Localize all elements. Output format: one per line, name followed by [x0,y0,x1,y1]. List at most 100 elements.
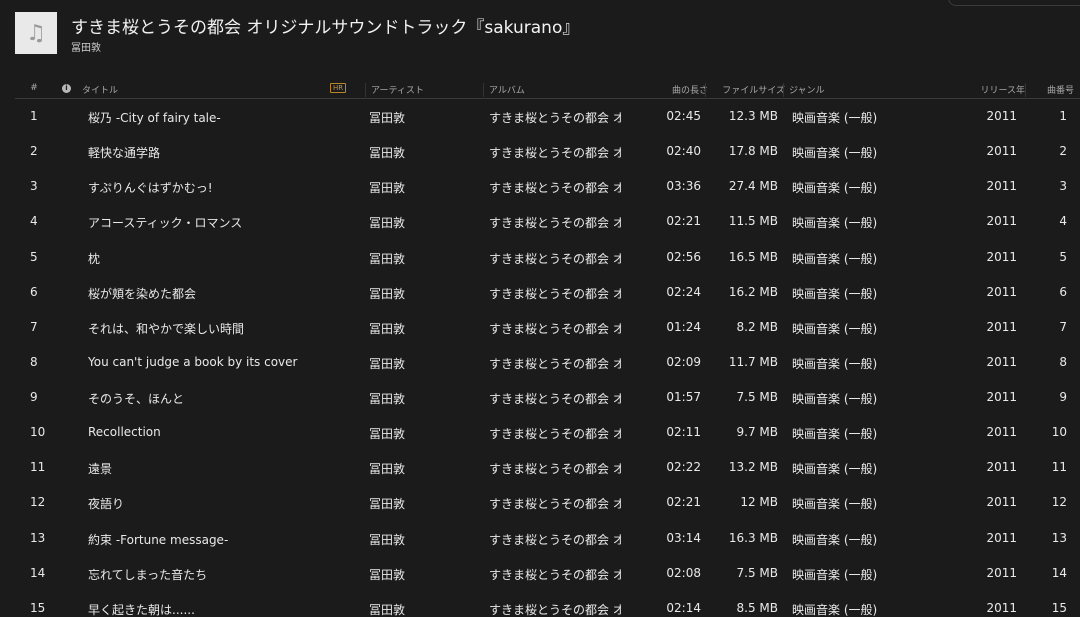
track-row-track-number: 1 [1059,109,1067,123]
track-list: 1桜乃 -City of fairy tale-冨田敦すきま桜とうその都会 オ.… [15,98,1080,617]
track-row-artist: 冨田敦 [369,146,406,161]
track-row-length: 01:24 [666,319,701,334]
search-box-edge[interactable] [948,0,1080,6]
track-row-year: 2011 [986,425,1017,440]
track-row-length: 02:45 [666,109,701,123]
track-row[interactable]: 2 軽快な通学路 冨田敦 すきま桜とうその都会 オ... 02:40 17.8 MB 映画音… [15,133,1080,168]
track-row-title: 桜乃 -City of fairy tale- [88,111,221,125]
track-row-track-number: 13 [1051,530,1067,545]
track-row-number: 9 [30,390,38,404]
track-row-size: 11.5 MB [728,214,778,229]
column-track-number[interactable]: 曲番号 [1025,83,1074,97]
track-row[interactable]: 13 約束 -Fortune message- 冨田敦 すきま桜とうその都会 オ...… [15,520,1080,555]
column-file-size[interactable]: ファイルサイズ [705,83,785,97]
track-row[interactable]: 7 それは、和やかで楽しい時間 冨田敦 すきま桜とうその都会 オ... 01:24 8.2… [15,309,1080,344]
column-header: # i タイトル HR アーティスト アルバム 曲の長さ ファイルサイズ ジャン… [15,80,1080,99]
column-genre[interactable]: ジャンル [783,83,909,97]
column-release-year[interactable]: リリース年 [905,83,1025,97]
track-row-artist: 冨田敦 [369,181,406,196]
track-row-title: 遠景 [88,462,113,477]
track-row-number: 8 [30,354,38,369]
track-row-genre: 映画音楽 (一般) [792,286,878,301]
hr-badge: HR [330,83,347,93]
track-row[interactable]: 5 枕 冨田敦 すきま桜とうその都会 オ... 02:56 16.5 MB 映画音楽 (一般… [15,239,1080,274]
track-row-length: 02:11 [666,425,701,440]
track-row[interactable]: 10 Recollection 冨田敦 すきま桜とうその都会 オ... 02:11 9.7… [15,414,1080,449]
album-art[interactable]: ♫ [15,12,57,54]
track-row-artist: 冨田敦 [369,532,406,547]
track-row-artist: 冨田敦 [369,497,406,512]
track-row[interactable]: 12 夜語り 冨田敦 すきま桜とうその都会 オ... 02:21 12 MB 映画音楽 (一… [15,484,1080,519]
track-row-size: 16.3 MB [728,530,778,545]
column-artist[interactable]: アーティスト [365,83,489,97]
column-length[interactable]: 曲の長さ [635,83,708,97]
track-row-number: 2 [30,144,38,159]
track-row-genre: 映画音楽 (一般) [792,216,878,231]
column-title[interactable]: タイトル [77,83,327,97]
track-row-artist: 冨田敦 [369,462,406,477]
track-row[interactable]: 11 遠景 冨田敦 すきま桜とうその都会 オ... 02:22 13.2 MB 映画音楽 (… [15,449,1080,484]
track-row-track-number: 4 [1059,214,1067,229]
track-row-album: すきま桜とうその都会 オ... [489,286,621,301]
track-row-number: 7 [30,319,38,334]
track-row-artist: 冨田敦 [369,321,406,336]
track-row-size: 12.3 MB [728,109,778,123]
track-row[interactable]: 3 すぷりんぐはずかむっ! 冨田敦 すきま桜とうその都会 オ... 03:36 27.4 … [15,168,1080,203]
track-row-size: 7.5 MB [736,565,778,580]
track-row[interactable]: 6 桜が頬を染めた都会 冨田敦 すきま桜とうその都会 オ... 02:24 16.2 MB… [15,274,1080,309]
track-row-year: 2011 [986,179,1017,194]
track-row-album: すきま桜とうその都会 オ... [489,532,621,547]
track-row-genre: 映画音楽 (一般) [792,532,878,547]
track-row-genre: 映画音楽 (一般) [792,567,878,582]
column-number[interactable]: # [15,83,53,97]
track-row-year: 2011 [986,530,1017,545]
track-row-size: 27.4 MB [728,179,778,194]
track-row-genre: 映画音楽 (一般) [792,111,878,125]
track-row-genre: 映画音楽 (一般) [792,181,878,196]
track-row-artist: 冨田敦 [369,216,406,231]
track-row-genre: 映画音楽 (一般) [792,356,878,371]
track-row-album: すきま桜とうその都会 オ... [489,111,621,125]
column-info[interactable]: i [57,83,78,97]
track-row-size: 8.2 MB [736,319,778,334]
track-row-length: 02:56 [666,249,701,264]
track-row[interactable]: 9 そのうそ、ほんと 冨田敦 すきま桜とうその都会 オ... 01:57 7.5 MB 映画… [15,379,1080,414]
track-row-artist: 冨田敦 [369,427,406,442]
album-title: すきま桜とうその都会 オリジナルサウンドトラック『sakurano』 [71,18,580,38]
track-row-title: それは、和やかで楽しい時間 [88,321,245,336]
track-row-genre: 映画音楽 (一般) [792,497,878,512]
track-row-track-number: 5 [1059,249,1067,264]
track-row-length: 02:21 [666,214,701,229]
track-row-size: 16.2 MB [728,284,778,299]
track-row[interactable]: 14 忘れてしまった音たち 冨田敦 すきま桜とうその都会 オ... 02:08 7.5 M… [15,555,1080,590]
album-artist[interactable]: 冨田敦 [71,39,101,54]
track-row-number: 4 [30,214,38,229]
track-row-size: 8.5 MB [736,600,778,615]
track-row[interactable]: 15 早く起きた朝は...... 冨田敦 すきま桜とうその都会 オ... 02:14 8.… [15,590,1080,617]
track-row-title: 枕 [88,251,101,266]
track-row-length: 01:57 [666,390,701,404]
track-row-album: すきま桜とうその都会 オ... [489,321,621,336]
track-row-track-number: 6 [1059,284,1067,299]
track-row-year: 2011 [986,390,1017,404]
track-row-title: You can't judge a book by its cover [88,354,298,369]
track-row[interactable]: 8 You can't judge a book by its cover 冨田敦 す… [15,344,1080,379]
track-row-length: 02:08 [666,565,701,580]
column-album[interactable]: アルバム [483,83,639,97]
track-row-year: 2011 [986,495,1017,510]
track-row[interactable]: 1 桜乃 -City of fairy tale- 冨田敦 すきま桜とうその都会 オ.… [15,98,1080,133]
track-row-size: 7.5 MB [736,390,778,404]
column-hr[interactable]: HR [325,83,370,97]
track-row-genre: 映画音楽 (一般) [792,392,878,406]
track-row-number: 6 [30,284,38,299]
track-row-year: 2011 [986,144,1017,159]
track-row[interactable]: 4 アコースティック・ロマンス 冨田敦 すきま桜とうその都会 オ... 02:21 11.… [15,203,1080,238]
track-row-artist: 冨田敦 [369,251,406,266]
track-row-length: 02:24 [666,284,701,299]
track-row-year: 2011 [986,565,1017,580]
track-row-artist: 冨田敦 [369,356,406,371]
track-row-album: すきま桜とうその都会 オ... [489,602,621,617]
track-row-title: 早く起きた朝は...... [88,602,195,617]
track-row-number: 10 [30,425,46,440]
track-row-year: 2011 [986,460,1017,475]
